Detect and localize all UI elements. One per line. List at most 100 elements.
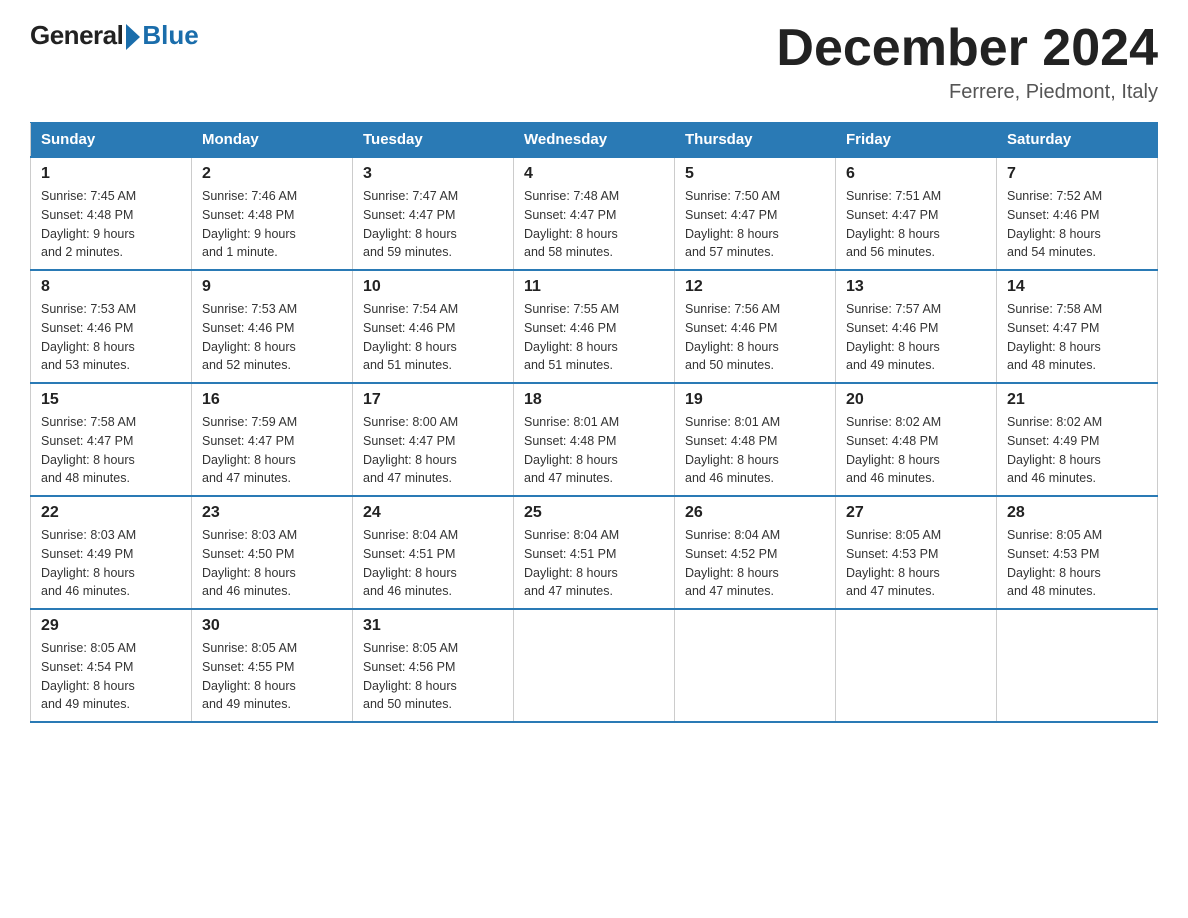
day-number: 15 [41, 391, 181, 409]
day-number: 4 [524, 165, 664, 183]
calendar-day-cell: 29 Sunrise: 8:05 AMSunset: 4:54 PMDayligh… [31, 609, 192, 722]
day-info: Sunrise: 8:05 AMSunset: 4:55 PMDaylight:… [202, 639, 342, 714]
calendar-day-cell: 19 Sunrise: 8:01 AMSunset: 4:48 PMDayligh… [675, 383, 836, 496]
day-info: Sunrise: 7:48 AMSunset: 4:47 PMDaylight:… [524, 187, 664, 262]
day-info: Sunrise: 7:50 AMSunset: 4:47 PMDaylight:… [685, 187, 825, 262]
day-number: 1 [41, 165, 181, 183]
day-info: Sunrise: 8:02 AMSunset: 4:48 PMDaylight:… [846, 413, 986, 488]
day-info: Sunrise: 8:05 AMSunset: 4:56 PMDaylight:… [363, 639, 503, 714]
calendar-day-header: Friday [836, 123, 997, 158]
day-info: Sunrise: 7:54 AMSunset: 4:46 PMDaylight:… [363, 300, 503, 375]
calendar-day-header: Thursday [675, 123, 836, 158]
day-number: 24 [363, 504, 503, 522]
calendar-day-cell: 25 Sunrise: 8:04 AMSunset: 4:51 PMDayligh… [514, 496, 675, 609]
day-number: 14 [1007, 278, 1147, 296]
day-number: 8 [41, 278, 181, 296]
calendar-day-cell: 23 Sunrise: 8:03 AMSunset: 4:50 PMDayligh… [192, 496, 353, 609]
calendar-day-cell: 27Sunrise: 8:05 AMSunset: 4:53 PMDayligh… [836, 496, 997, 609]
day-info: Sunrise: 7:56 AMSunset: 4:46 PMDaylight:… [685, 300, 825, 375]
calendar-day-cell: 31 Sunrise: 8:05 AMSunset: 4:56 PMDayligh… [353, 609, 514, 722]
calendar-day-cell: 22Sunrise: 8:03 AMSunset: 4:49 PMDayligh… [31, 496, 192, 609]
calendar-day-header: Saturday [997, 123, 1158, 158]
calendar-day-cell: 16Sunrise: 7:59 AMSunset: 4:47 PMDayligh… [192, 383, 353, 496]
day-number: 29 [41, 617, 181, 635]
calendar-day-cell: 9 Sunrise: 7:53 AMSunset: 4:46 PMDaylight… [192, 270, 353, 383]
calendar-day-header: Wednesday [514, 123, 675, 158]
logo: General Blue [30, 20, 199, 51]
day-info: Sunrise: 7:58 AMSunset: 4:47 PMDaylight:… [41, 413, 181, 488]
calendar-day-cell: 6 Sunrise: 7:51 AMSunset: 4:47 PMDaylight… [836, 157, 997, 270]
day-number: 16 [202, 391, 342, 409]
calendar-day-cell: 15 Sunrise: 7:58 AMSunset: 4:47 PMDayligh… [31, 383, 192, 496]
calendar-header-row: SundayMondayTuesdayWednesdayThursdayFrid… [31, 123, 1158, 158]
calendar-day-cell: 4 Sunrise: 7:48 AMSunset: 4:47 PMDaylight… [514, 157, 675, 270]
calendar-day-cell [997, 609, 1158, 722]
logo-arrow-icon [126, 24, 140, 50]
calendar-week-row: 15 Sunrise: 7:58 AMSunset: 4:47 PMDayligh… [31, 383, 1158, 496]
day-info: Sunrise: 8:05 AMSunset: 4:54 PMDaylight:… [41, 639, 181, 714]
day-info: Sunrise: 8:04 AMSunset: 4:51 PMDaylight:… [524, 526, 664, 601]
calendar-day-header: Sunday [31, 123, 192, 158]
calendar-location: Ferrere, Piedmont, Italy [776, 81, 1158, 104]
calendar-table: SundayMondayTuesdayWednesdayThursdayFrid… [30, 122, 1158, 723]
day-info: Sunrise: 8:01 AMSunset: 4:48 PMDaylight:… [685, 413, 825, 488]
calendar-day-cell: 2Sunrise: 7:46 AMSunset: 4:48 PMDaylight… [192, 157, 353, 270]
calendar-day-cell: 30 Sunrise: 8:05 AMSunset: 4:55 PMDayligh… [192, 609, 353, 722]
day-info: Sunrise: 7:58 AMSunset: 4:47 PMDaylight:… [1007, 300, 1147, 375]
day-number: 22 [41, 504, 181, 522]
day-number: 9 [202, 278, 342, 296]
day-info: Sunrise: 8:02 AMSunset: 4:49 PMDaylight:… [1007, 413, 1147, 488]
calendar-day-header: Monday [192, 123, 353, 158]
calendar-day-cell: 26 Sunrise: 8:04 AMSunset: 4:52 PMDayligh… [675, 496, 836, 609]
day-info: Sunrise: 8:04 AMSunset: 4:51 PMDaylight:… [363, 526, 503, 601]
day-info: Sunrise: 7:47 AMSunset: 4:47 PMDaylight:… [363, 187, 503, 262]
day-number: 31 [363, 617, 503, 635]
calendar-week-row: 1Sunrise: 7:45 AMSunset: 4:48 PMDaylight… [31, 157, 1158, 270]
calendar-day-cell: 12Sunrise: 7:56 AMSunset: 4:46 PMDayligh… [675, 270, 836, 383]
day-info: Sunrise: 8:00 AMSunset: 4:47 PMDaylight:… [363, 413, 503, 488]
day-number: 11 [524, 278, 664, 296]
calendar-week-row: 22Sunrise: 8:03 AMSunset: 4:49 PMDayligh… [31, 496, 1158, 609]
day-number: 23 [202, 504, 342, 522]
day-number: 27 [846, 504, 986, 522]
day-number: 13 [846, 278, 986, 296]
calendar-day-cell: 17 Sunrise: 8:00 AMSunset: 4:47 PMDayligh… [353, 383, 514, 496]
day-number: 17 [363, 391, 503, 409]
day-number: 20 [846, 391, 986, 409]
day-number: 3 [363, 165, 503, 183]
logo-blue-text: Blue [142, 20, 198, 51]
day-info: Sunrise: 8:04 AMSunset: 4:52 PMDaylight:… [685, 526, 825, 601]
logo-general-text: General [30, 20, 123, 51]
day-info: Sunrise: 8:01 AMSunset: 4:48 PMDaylight:… [524, 413, 664, 488]
calendar-day-cell: 1Sunrise: 7:45 AMSunset: 4:48 PMDaylight… [31, 157, 192, 270]
calendar-day-cell: 5 Sunrise: 7:50 AMSunset: 4:47 PMDaylight… [675, 157, 836, 270]
day-info: Sunrise: 8:05 AMSunset: 4:53 PMDaylight:… [1007, 526, 1147, 601]
calendar-day-cell: 28Sunrise: 8:05 AMSunset: 4:53 PMDayligh… [997, 496, 1158, 609]
day-number: 25 [524, 504, 664, 522]
title-block: December 2024 Ferrere, Piedmont, Italy [776, 20, 1158, 104]
day-number: 19 [685, 391, 825, 409]
day-number: 30 [202, 617, 342, 635]
calendar-day-cell: 14 Sunrise: 7:58 AMSunset: 4:47 PMDayligh… [997, 270, 1158, 383]
calendar-day-cell: 13Sunrise: 7:57 AMSunset: 4:46 PMDayligh… [836, 270, 997, 383]
day-number: 7 [1007, 165, 1147, 183]
day-info: Sunrise: 8:03 AMSunset: 4:50 PMDaylight:… [202, 526, 342, 601]
calendar-title: December 2024 [776, 20, 1158, 77]
calendar-day-cell: 20 Sunrise: 8:02 AMSunset: 4:48 PMDayligh… [836, 383, 997, 496]
day-number: 21 [1007, 391, 1147, 409]
calendar-day-cell: 18Sunrise: 8:01 AMSunset: 4:48 PMDayligh… [514, 383, 675, 496]
page-header: General Blue December 2024 Ferrere, Pied… [30, 20, 1158, 104]
day-info: Sunrise: 7:53 AMSunset: 4:46 PMDaylight:… [41, 300, 181, 375]
day-info: Sunrise: 7:55 AMSunset: 4:46 PMDaylight:… [524, 300, 664, 375]
day-info: Sunrise: 7:52 AMSunset: 4:46 PMDaylight:… [1007, 187, 1147, 262]
calendar-day-cell: 8 Sunrise: 7:53 AMSunset: 4:46 PMDaylight… [31, 270, 192, 383]
day-number: 5 [685, 165, 825, 183]
day-number: 6 [846, 165, 986, 183]
calendar-week-row: 29 Sunrise: 8:05 AMSunset: 4:54 PMDayligh… [31, 609, 1158, 722]
calendar-day-cell: 11 Sunrise: 7:55 AMSunset: 4:46 PMDayligh… [514, 270, 675, 383]
day-info: Sunrise: 7:51 AMSunset: 4:47 PMDaylight:… [846, 187, 986, 262]
day-number: 26 [685, 504, 825, 522]
day-info: Sunrise: 7:53 AMSunset: 4:46 PMDaylight:… [202, 300, 342, 375]
calendar-week-row: 8 Sunrise: 7:53 AMSunset: 4:46 PMDaylight… [31, 270, 1158, 383]
day-number: 2 [202, 165, 342, 183]
